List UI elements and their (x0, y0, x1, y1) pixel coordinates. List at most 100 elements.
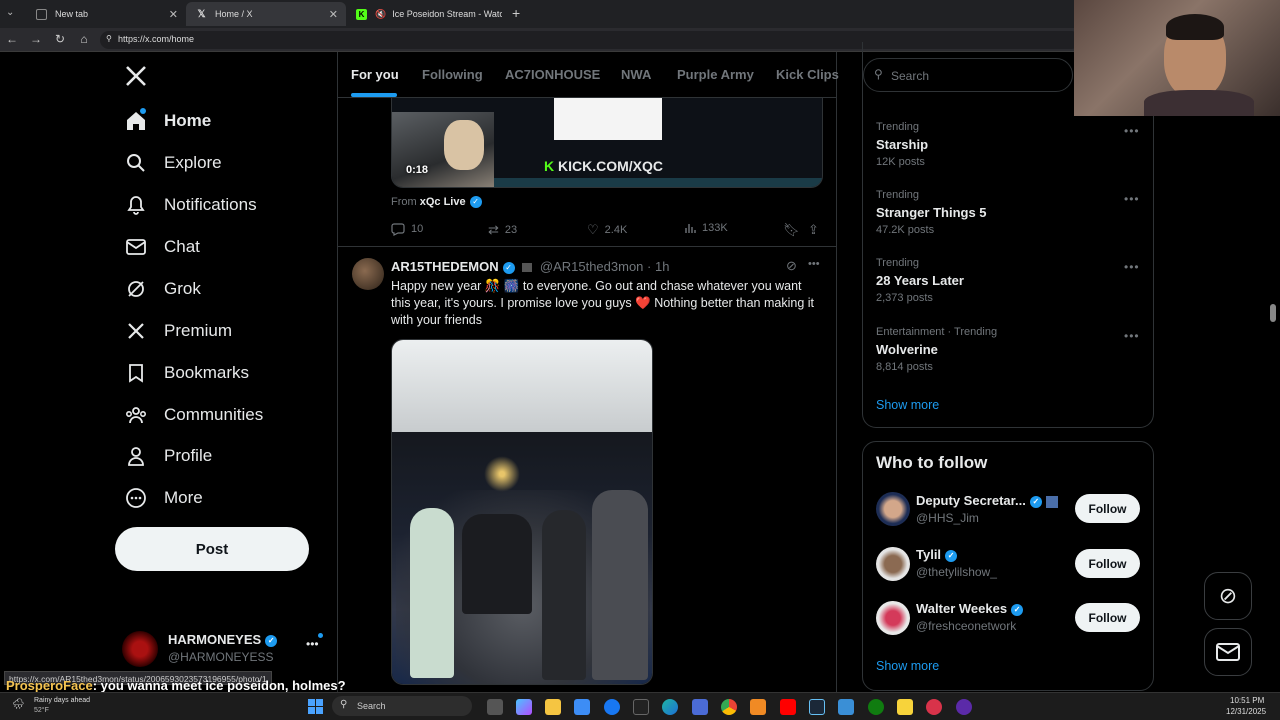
file-explorer-icon[interactable] (545, 699, 561, 715)
taskbar-search[interactable]: ⚲ Search (332, 696, 472, 716)
home-browser-icon[interactable]: ⌂ (76, 32, 92, 46)
post-time[interactable]: · 1h (647, 259, 669, 274)
calculator-icon[interactable] (692, 699, 708, 715)
trend-name[interactable]: Stranger Things 5 (876, 205, 987, 220)
account-name[interactable]: Tylil ✓ (916, 547, 958, 562)
follow-button[interactable]: Follow (1075, 549, 1140, 578)
avatar[interactable] (876, 547, 910, 581)
site-info-icon[interactable]: ⚲ (106, 34, 112, 43)
author-name[interactable]: AR15THEDEMON (391, 259, 499, 274)
follow-button[interactable]: Follow (1075, 494, 1140, 523)
account-handle[interactable]: @thetylilshow_ (916, 565, 997, 579)
steam-icon[interactable] (809, 699, 825, 715)
post-video[interactable]: 0:18 K KICK.COM/XQC (391, 98, 823, 188)
from-source[interactable]: From xQc Live ✓ (391, 196, 482, 209)
edge-icon[interactable] (662, 699, 678, 715)
tab-ac7ionhouse[interactable]: AC7IONHOUSE (505, 67, 600, 82)
youtube-icon[interactable] (780, 699, 796, 715)
more-dots-icon[interactable]: ••• (306, 637, 319, 651)
copilot-icon[interactable] (516, 699, 532, 715)
post-button[interactable]: Post (115, 527, 309, 571)
author-handle[interactable]: @AR15thed3mon (540, 259, 644, 274)
like-button[interactable]: ♡ 2.4K (587, 222, 627, 238)
trend-name[interactable]: Starship (876, 137, 928, 152)
avatar[interactable] (876, 492, 910, 526)
url-text: https://x.com/home (118, 34, 195, 44)
trend-name[interactable]: 28 Years Later (876, 273, 964, 288)
sidebar-item-more[interactable]: More (124, 487, 203, 509)
tab-kick-clips[interactable]: Kick Clips (776, 67, 839, 82)
vlc-icon[interactable] (750, 699, 766, 715)
tab-nwa[interactable]: NWA (621, 67, 651, 82)
sidebar-item-home[interactable]: Home (124, 108, 211, 132)
sticky-notes-icon[interactable] (897, 699, 913, 715)
sidebar-item-bookmarks[interactable]: Bookmarks (124, 362, 249, 384)
repost-button[interactable]: ⇄ 23 (488, 222, 517, 238)
xbox-icon[interactable] (868, 699, 884, 715)
tab-ice-poseidon[interactable]: K 🔇 Ice Poseidon Stream - Watch (346, 2, 506, 26)
more-dots-icon[interactable]: ••• (808, 258, 820, 270)
feed-tabs: For you Following AC7IONHOUSE NWA Purple… (338, 52, 839, 98)
account-handle[interactable]: @HHS_Jim (916, 511, 979, 525)
tab-purple-army[interactable]: Purple Army (677, 67, 754, 82)
search-icon (124, 152, 148, 174)
amazon-icon[interactable] (633, 699, 649, 715)
account-handle[interactable]: @freshceonetwork (916, 619, 1016, 633)
close-tab-icon[interactable]: ✕ (329, 8, 338, 21)
bookmark-icon[interactable]: 🔖︎ (783, 222, 800, 238)
sidebar-item-premium[interactable]: Premium (124, 320, 232, 342)
snipping-tool-icon[interactable] (926, 699, 942, 715)
show-more-follow[interactable]: Show more (876, 659, 939, 673)
grok-floating-button[interactable]: ⊘ (1204, 572, 1252, 620)
trend-name[interactable]: Wolverine (876, 342, 938, 357)
account-name[interactable]: Walter Weekes ✓ (916, 601, 1024, 616)
clock-time[interactable]: 10:51 PM (1230, 696, 1264, 705)
follow-button[interactable]: Follow (1075, 603, 1140, 632)
avatar[interactable] (876, 601, 910, 635)
views-button[interactable]: 133K (684, 222, 728, 234)
sidebar-item-notifications[interactable]: Notifications (124, 194, 257, 216)
store-icon[interactable] (574, 699, 590, 715)
tab-list-icon[interactable]: ⌄ (6, 7, 14, 18)
tab-following[interactable]: Following (422, 67, 483, 82)
verified-icon: ✓ (945, 549, 958, 562)
tab-new-tab[interactable]: New tab ✕ (26, 2, 186, 26)
scrollbar-thumb[interactable] (1270, 304, 1276, 322)
clock-date[interactable]: 12/31/2025 (1226, 707, 1266, 716)
facebook-icon[interactable] (604, 699, 620, 715)
more-dots-icon[interactable]: ••• (1124, 329, 1140, 343)
close-tab-icon[interactable]: ✕ (169, 8, 178, 21)
new-tab-button[interactable]: + (512, 5, 520, 21)
more-dots-icon[interactable]: ••• (1124, 124, 1140, 138)
forward-icon[interactable]: → (28, 32, 44, 46)
obs-icon[interactable] (956, 699, 972, 715)
share-icon[interactable]: ⇪ (808, 222, 819, 238)
x-logo-icon[interactable] (124, 64, 148, 93)
sidebar-item-grok[interactable]: Grok (124, 278, 201, 300)
sidebar-item-explore[interactable]: Explore (124, 152, 222, 174)
grok-icon[interactable]: ⊘ (786, 258, 797, 274)
tab-for-you[interactable]: For you (351, 67, 399, 82)
reply-button[interactable]: 10 (391, 222, 423, 236)
mute-icon[interactable]: 🔇 (375, 9, 386, 20)
sidebar-item-chat[interactable]: Chat (124, 236, 200, 258)
app-icon[interactable] (838, 699, 854, 715)
more-dots-icon[interactable]: ••• (1124, 192, 1140, 206)
post-photo[interactable] (391, 339, 653, 685)
windows-start-icon[interactable] (308, 699, 323, 714)
show-more-trends[interactable]: Show more (876, 398, 939, 412)
sidebar-item-communities[interactable]: Communities (124, 404, 263, 426)
sidebar-item-label: Explore (164, 153, 222, 172)
reload-icon[interactable]: ↻ (52, 32, 68, 46)
webcam-hair (1166, 14, 1224, 40)
account-name[interactable]: Deputy Secretar... ✓ (916, 493, 1058, 508)
sidebar-item-profile[interactable]: Profile (124, 445, 212, 467)
task-view-icon[interactable] (487, 699, 503, 715)
chrome-icon[interactable] (721, 699, 737, 715)
account-switcher[interactable]: HARMONEYES ✓ @HARMONEYESS ••• (122, 629, 332, 671)
more-dots-icon[interactable]: ••• (1124, 260, 1140, 274)
chat-floating-button[interactable] (1204, 628, 1252, 676)
back-icon[interactable]: ← (4, 32, 20, 46)
avatar[interactable] (352, 258, 384, 290)
tab-home-x[interactable]: 𝕏 Home / X ✕ (186, 2, 346, 26)
